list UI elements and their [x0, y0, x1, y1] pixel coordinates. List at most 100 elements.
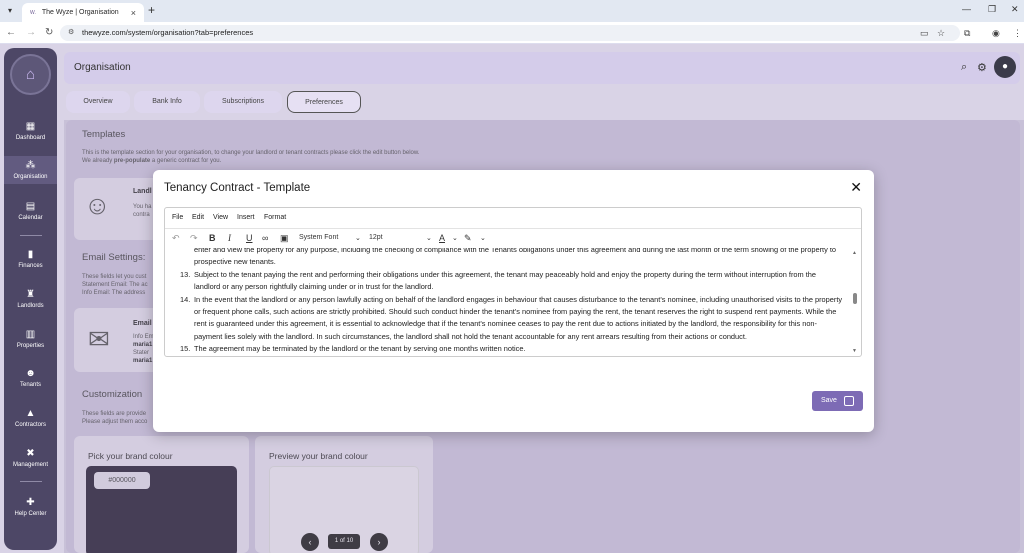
- redo-icon[interactable]: ↷: [190, 233, 198, 244]
- sidebar-item-landlords[interactable]: ♜ Landlords: [4, 289, 57, 309]
- tenants-icon: ☻: [25, 368, 36, 379]
- extensions-icon[interactable]: ⧉: [964, 28, 970, 39]
- menu-dots-icon[interactable]: ⋮: [1013, 28, 1022, 39]
- tab-subscriptions[interactable]: Subscriptions: [204, 91, 282, 113]
- new-tab-icon[interactable]: +: [148, 3, 155, 17]
- paragraph-number: 15.: [180, 344, 191, 354]
- site-info-icon[interactable]: ⚙: [68, 25, 74, 41]
- font-size-select[interactable]: 12pt ⌄: [369, 234, 435, 242]
- back-icon[interactable]: ←: [6, 27, 16, 38]
- chevron-down-icon: ⌄: [426, 235, 432, 242]
- link-icon[interactable]: ∞: [262, 233, 268, 243]
- sidebar-item-label: Management: [12, 462, 49, 468]
- scroll-up-icon[interactable]: ▲: [852, 250, 857, 256]
- contractors-icon: ▲: [25, 408, 36, 419]
- tab-bank-info[interactable]: Bank Info: [134, 91, 200, 113]
- page-header: Organisation ⌕ ⚙ ●: [64, 52, 1020, 84]
- sidebar-item-label: Properties: [16, 343, 45, 349]
- sidebar-item-label: Landlords: [17, 303, 44, 309]
- sidebar-item-label: Finances: [18, 263, 43, 269]
- gear-icon[interactable]: ⚙: [977, 61, 987, 74]
- restore-icon[interactable]: ❐: [988, 4, 996, 15]
- close-tab-icon[interactable]: ×: [131, 8, 136, 18]
- browser-tabbar: ▾ W. The Wyze | Organisation × + — ❐ ✕: [0, 0, 1024, 22]
- chevron-down-icon[interactable]: ⌄: [480, 234, 486, 242]
- bold-icon[interactable]: B: [209, 233, 216, 243]
- sidebar-item-label: Calendar: [18, 215, 43, 221]
- organisation-icon: ⁂: [25, 160, 36, 171]
- contract-paragraph: enter and view the property for any purp…: [165, 248, 850, 269]
- reload-icon[interactable]: ↻: [45, 27, 53, 38]
- contract-paragraph: 14. In the event that the landlord or any…: [165, 294, 850, 344]
- save-button[interactable]: Save: [812, 391, 863, 411]
- font-family-select[interactable]: System Font ⌄: [299, 234, 364, 242]
- paragraph-text: The agreement may be terminated by the l…: [194, 344, 526, 354]
- sidebar-item-contractors[interactable]: ▲ Contractors: [4, 408, 57, 428]
- bookmark-star-icon[interactable]: ☆: [937, 28, 945, 39]
- search-icon[interactable]: ⌕: [961, 61, 967, 74]
- save-label: Save: [821, 397, 837, 404]
- chevron-down-icon: ⌄: [355, 235, 361, 242]
- font-family-value: System Font: [299, 234, 339, 241]
- undo-icon[interactable]: ↶: [172, 233, 180, 244]
- highlight-color-icon[interactable]: ✎: [464, 233, 472, 244]
- font-size-value: 12pt: [369, 234, 383, 241]
- tab-overview[interactable]: Overview: [66, 91, 130, 113]
- sidebar-item-management[interactable]: ✖ Management: [4, 448, 57, 468]
- properties-icon: ▥: [25, 329, 36, 340]
- menu-format[interactable]: Format: [264, 214, 286, 221]
- tab-title: The Wyze | Organisation: [41, 9, 119, 16]
- italic-icon[interactable]: I: [228, 233, 231, 243]
- save-icon: [844, 396, 854, 406]
- finances-icon: ▮: [27, 249, 34, 260]
- url-text: thewyze.com/system/organisation?tab=pref…: [82, 28, 254, 37]
- menu-insert[interactable]: Insert: [237, 214, 255, 221]
- sidebar-divider: [20, 235, 42, 236]
- paragraph-text: In the event that the landlord or any pe…: [194, 294, 843, 341]
- sidebar-item-dashboard[interactable]: ▦ Dashboard: [4, 121, 57, 141]
- menu-edit[interactable]: Edit: [192, 214, 204, 221]
- image-icon[interactable]: ▣: [280, 233, 289, 244]
- scrollbar-thumb[interactable]: [853, 293, 857, 304]
- cast-icon[interactable]: ▭: [920, 28, 929, 39]
- favicon: W.: [30, 9, 36, 16]
- sidebar-item-properties[interactable]: ▥ Properties: [4, 329, 57, 349]
- menu-view[interactable]: View: [213, 214, 228, 221]
- editor-scrollbar[interactable]: ▲ ▼: [850, 248, 860, 356]
- scroll-down-icon[interactable]: ▼: [852, 348, 857, 354]
- app-sidebar: ⌂ ▦ Dashboard ⁂ Organisation ▤ Calendar …: [4, 48, 57, 550]
- chevron-down-icon[interactable]: ⌄: [452, 234, 458, 242]
- forward-icon[interactable]: →: [26, 27, 36, 38]
- calendar-icon: ▤: [25, 201, 36, 212]
- text-color-icon[interactable]: A: [439, 233, 445, 243]
- sidebar-item-calendar[interactable]: ▤ Calendar: [4, 201, 57, 221]
- url-field[interactable]: ⚙ thewyze.com/system/organisation?tab=pr…: [60, 25, 960, 41]
- underline-icon[interactable]: U: [246, 233, 253, 243]
- tab-search-icon[interactable]: ▾: [3, 4, 17, 18]
- profile-icon[interactable]: ◉: [992, 28, 1000, 39]
- sidebar-divider: [20, 481, 42, 482]
- sidebar-item-help-center[interactable]: ✚ Help Center: [4, 497, 57, 517]
- app-logo[interactable]: ⌂: [10, 54, 51, 95]
- paragraph-number: 14.: [180, 294, 191, 304]
- paragraph-text: Subject to the tenant paying the rent an…: [194, 269, 817, 292]
- browser-tab[interactable]: W. The Wyze | Organisation ×: [22, 3, 144, 22]
- address-bar: ← → ↻ ⚙ thewyze.com/system/organisation?…: [0, 22, 1024, 44]
- template-modal: Tenancy Contract - Template ✕ File Edit …: [153, 170, 874, 432]
- sidebar-item-finances[interactable]: ▮ Finances: [4, 249, 57, 269]
- editor-toolbar: ↶ ↷ B I U ∞ ▣ System Font ⌄ 12pt ⌄ A ⌄ ✎ ⌄: [165, 229, 861, 248]
- close-window-icon[interactable]: ✕: [1011, 4, 1019, 15]
- paragraph-text: enter and view the property for any purp…: [194, 248, 836, 267]
- tab-preferences[interactable]: Preferences: [287, 91, 361, 113]
- help-icon: ✚: [26, 497, 35, 508]
- menu-file[interactable]: File: [172, 214, 183, 221]
- sidebar-item-organisation[interactable]: ⁂ Organisation: [4, 156, 57, 184]
- sidebar-item-label: Organisation: [13, 174, 48, 180]
- avatar[interactable]: ●: [994, 56, 1016, 78]
- sidebar-item-tenants[interactable]: ☻ Tenants: [4, 368, 57, 388]
- editor-content[interactable]: enter and view the property for any purp…: [165, 248, 850, 356]
- paragraph-number: 13.: [180, 269, 191, 279]
- close-icon[interactable]: ✕: [850, 179, 862, 196]
- contract-text: enter and view the property for any purp…: [165, 248, 850, 356]
- minimize-icon[interactable]: —: [962, 4, 971, 14]
